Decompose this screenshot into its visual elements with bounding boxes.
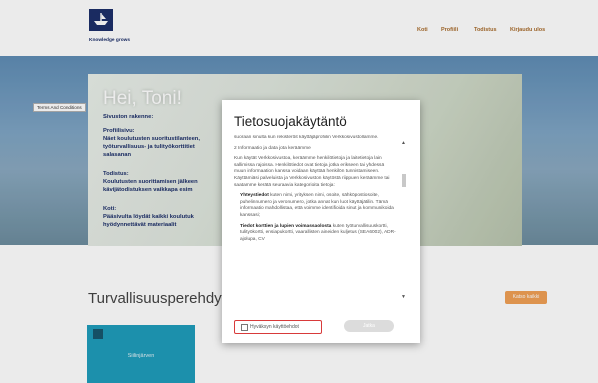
modal-scrollbar[interactable]: ▲ ▼ — [401, 138, 407, 306]
policy-list: Yhteystiedot kuten nimi, yrityksen nimi,… — [234, 193, 396, 243]
privacy-policy-modal: Tietosuojakäytäntö suoraan sinulta kun r… — [222, 100, 420, 343]
policy-section-heading: 2 Informaatio ja data jota keräämme — [234, 145, 311, 151]
accept-terms-checkbox[interactable] — [241, 324, 248, 331]
scroll-down-arrow-icon[interactable]: ▼ — [401, 294, 406, 300]
policy-list-item: Tiedot korttien ja lupien voimassaolosta… — [240, 224, 396, 244]
scroll-up-arrow-icon[interactable]: ▲ — [401, 140, 406, 146]
modal-title: Tietosuojakäytäntö — [234, 114, 347, 129]
policy-paragraph: suoraan sinulta kun rekisteröit käyttäjä… — [234, 135, 379, 140]
continue-button[interactable]: Jatka — [344, 320, 394, 332]
policy-list-item: Yhteystiedot kuten nimi, yrityksen nimi,… — [240, 193, 396, 219]
accept-terms-label[interactable]: Hyväksyn käyttöehdot — [250, 324, 299, 330]
policy-paragraph: Kun käytät Verkkosivustoa, keräämme henk… — [234, 156, 390, 188]
scrollbar-thumb[interactable] — [402, 174, 406, 187]
policy-list-item-heading: Yhteystiedot — [240, 193, 269, 199]
policy-list-item-heading: Tiedot korttien ja lupien voimassaolosta — [240, 223, 332, 229]
accept-terms-row[interactable]: Hyväksyn käyttöehdot — [234, 320, 322, 334]
modal-scroll-content[interactable]: suoraan sinulta kun rekisteröit käyttäjä… — [234, 135, 396, 307]
